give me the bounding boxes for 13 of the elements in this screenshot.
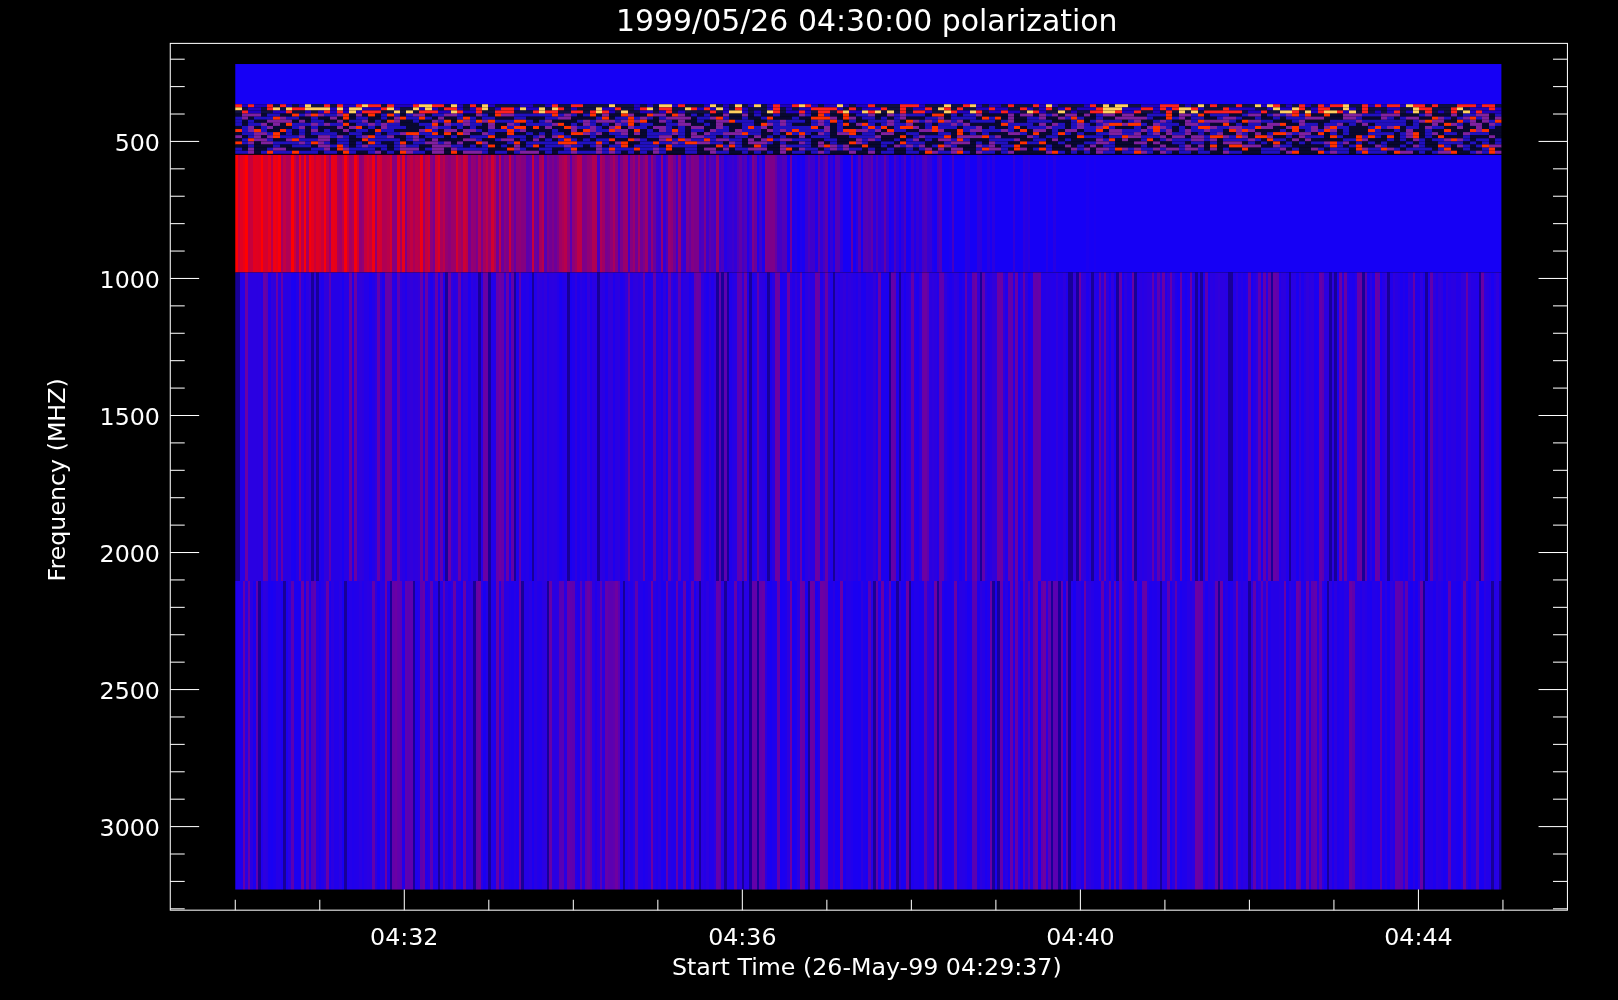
axis-tick-label: 04:36	[708, 923, 777, 952]
axis-tick-label: 1500	[99, 402, 160, 431]
axis-tick-label: 04:44	[1384, 923, 1453, 952]
axis-label: Frequency (MHZ)	[43, 378, 71, 582]
chart-title: 1999/05/26 04:30:00 polarization	[616, 3, 1118, 38]
axis-label: Start Time (26-May-99 04:29:37)	[671, 953, 1062, 982]
axis-tick-label: 04:32	[370, 923, 439, 952]
axis-tick-label: 04:40	[1046, 923, 1115, 952]
axis-tick-label: 2500	[99, 676, 160, 705]
axis-tick-label: 2000	[99, 539, 160, 568]
axis-tick-label: 1000	[99, 265, 160, 294]
axis-tick-label: 3000	[99, 813, 160, 842]
axis-tick-label: 500	[114, 128, 160, 157]
